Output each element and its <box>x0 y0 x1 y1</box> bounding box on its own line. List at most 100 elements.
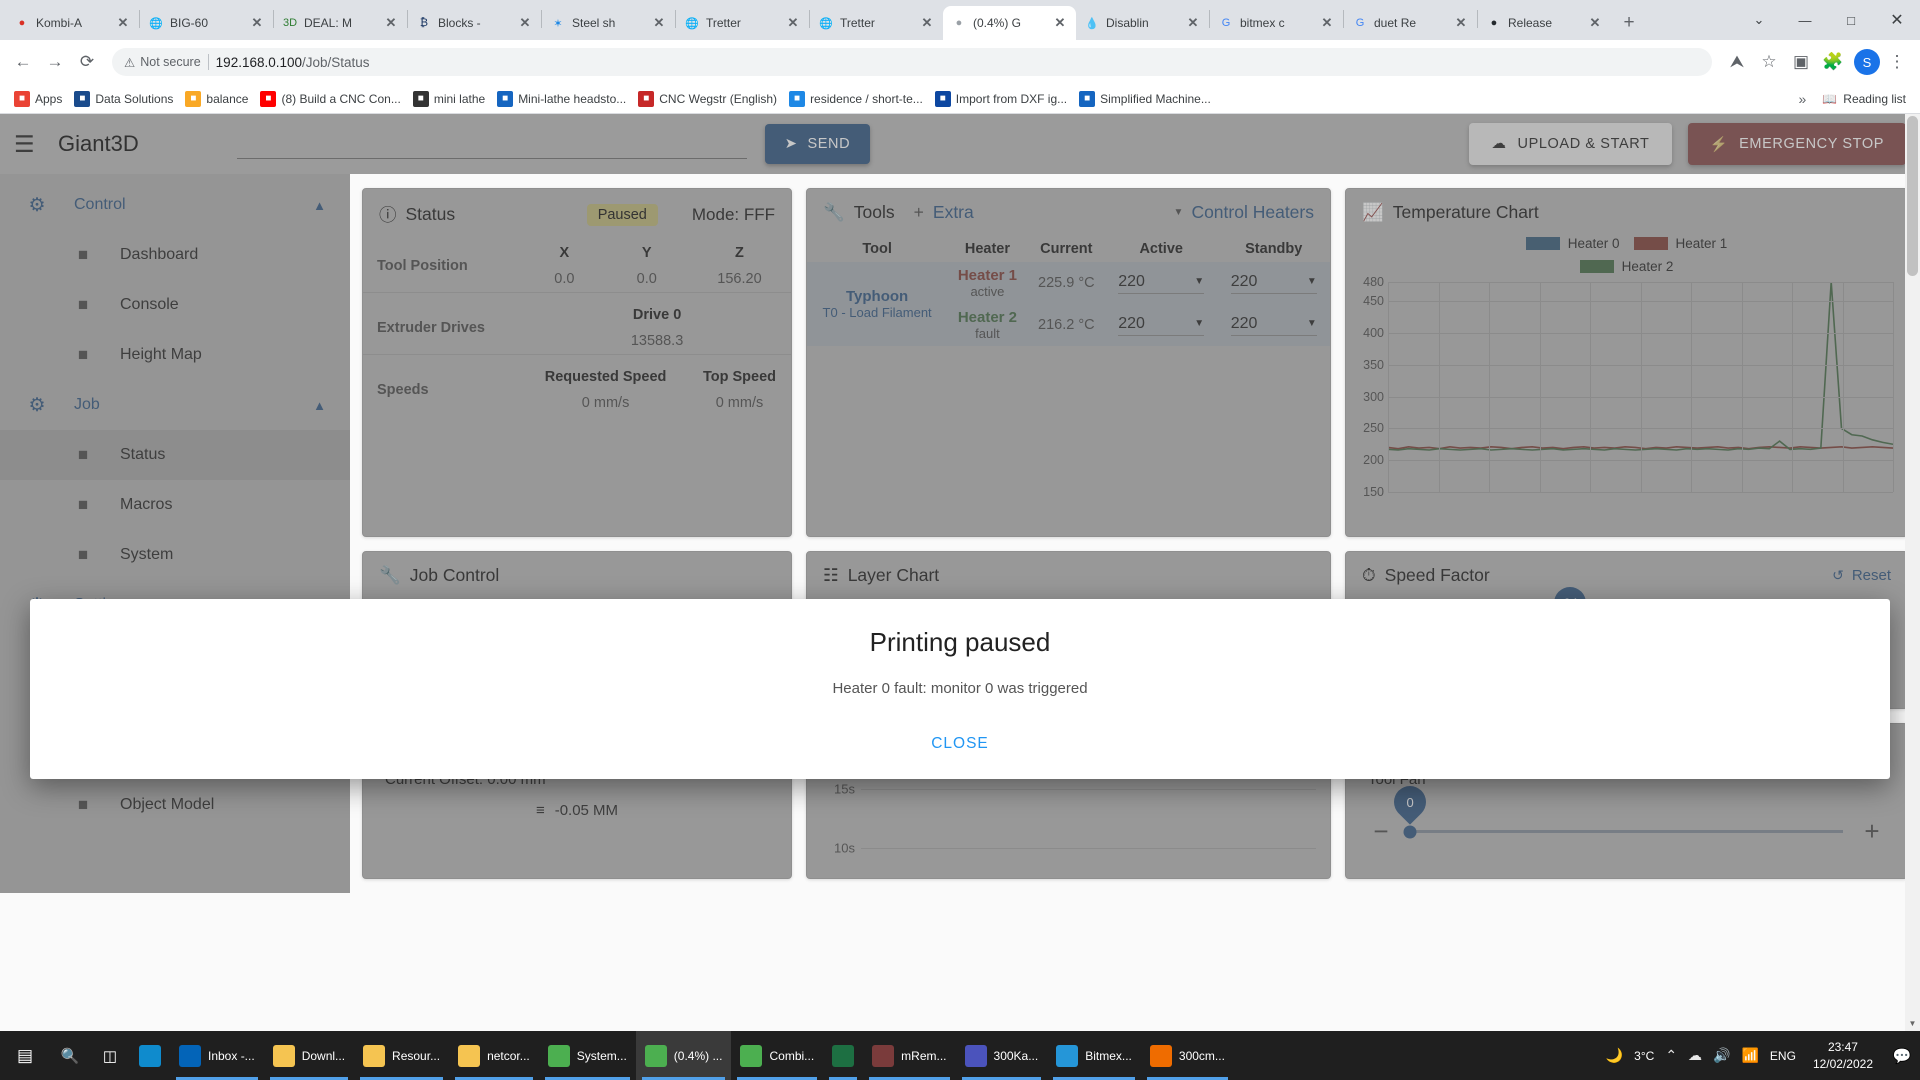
maximize-button[interactable]: □ <box>1828 4 1874 36</box>
load-filament-link-0[interactable]: Load Filament <box>849 305 931 320</box>
browser-tab-1[interactable]: 🌐 BIG-60 ✕ <box>140 6 273 40</box>
sidebar-item-system[interactable]: ■ System <box>0 530 350 580</box>
bookmark-4[interactable]: ■ mini lathe <box>407 88 491 110</box>
bookmarks-overflow-button[interactable]: » <box>1791 91 1815 107</box>
reload-icon[interactable]: ⟳ <box>72 47 102 77</box>
add-extra-link[interactable]: Extra <box>933 202 974 223</box>
taskbar-item-8[interactable] <box>823 1031 863 1080</box>
close-icon[interactable]: ✕ <box>383 15 399 31</box>
close-icon[interactable]: ✕ <box>1453 15 1469 31</box>
close-icon[interactable]: ✕ <box>1587 15 1603 31</box>
close-icon[interactable]: ✕ <box>785 15 801 31</box>
browser-tab-9[interactable]: Gbitmex c ✕ <box>1210 6 1343 40</box>
close-icon[interactable]: ✕ <box>651 15 667 31</box>
search-button[interactable]: 🔍 <box>50 1031 90 1080</box>
taskbar-item-2[interactable]: Downl... <box>264 1031 354 1080</box>
sidebar-group-job[interactable]: ⚙ Job ▲ <box>0 380 350 430</box>
share-icon[interactable]: ⮝ <box>1722 47 1752 77</box>
heater-name-0[interactable]: Heater 1 <box>951 267 1023 284</box>
tool-sub-0[interactable]: T0 - Load Filament <box>811 305 943 320</box>
tab-search-button[interactable]: ⌄ <box>1736 4 1782 36</box>
clock[interactable]: 23:47 12/02/2022 <box>1807 1039 1879 1071</box>
fan-decrease-button[interactable]: − <box>1368 816 1394 847</box>
language-indicator[interactable]: ENG <box>1770 1049 1796 1063</box>
bookmark-5[interactable]: ■ Mini-lathe headsto... <box>491 88 632 110</box>
sidebar-item-console[interactable]: ■ Console <box>0 280 350 330</box>
tool-name-0[interactable]: Typhoon <box>811 288 943 305</box>
page-scrollbar[interactable]: ▲ ▼ <box>1905 114 1920 1031</box>
start-button[interactable]: ▤ <box>0 1031 50 1080</box>
new-tab-button[interactable]: + <box>1615 9 1643 37</box>
close-window-button[interactable]: ✕ <box>1874 4 1920 36</box>
qr-icon[interactable]: ▣ <box>1786 47 1816 77</box>
close-icon[interactable]: ✕ <box>919 15 935 31</box>
legend-item-heater0[interactable]: Heater 0 <box>1525 236 1620 251</box>
taskbar-item-3[interactable]: Resour... <box>354 1031 449 1080</box>
scroll-down-icon[interactable]: ▼ <box>1905 1016 1920 1031</box>
standby-temp-select-1[interactable]: 220 ▼ <box>1230 315 1317 336</box>
table-row[interactable]: Typhoon T0 - Load Filament Heater 1 acti… <box>807 262 1330 320</box>
upload-and-start-button[interactable]: ☁ UPLOAD & START <box>1469 123 1672 165</box>
bookmark-1[interactable]: ■ Data Solutions <box>68 88 179 110</box>
bookmark-8[interactable]: ■ Import from DXF ig... <box>929 88 1073 110</box>
sidebar-item-object-model[interactable]: ■ Object Model <box>0 780 350 830</box>
sidebar-item-height-map[interactable]: ■ Height Map <box>0 330 350 380</box>
kebab-menu-icon[interactable]: ⋮ <box>1882 47 1912 77</box>
browser-tab-0[interactable]: ● Kombi-A ✕ <box>6 6 139 40</box>
speaker-icon[interactable]: 🔊 <box>1713 1047 1730 1064</box>
browser-tab-6[interactable]: 🌐 Tretter ✕ <box>810 6 943 40</box>
back-icon[interactable]: ← <box>8 47 38 77</box>
close-icon[interactable]: ✕ <box>1185 15 1201 31</box>
fan-thumb[interactable] <box>1403 825 1417 838</box>
bookmark-3[interactable]: ■ (8) Build a CNC Con... <box>254 88 406 110</box>
browser-tab-3[interactable]: ₿ Blocks - ✕ <box>408 6 541 40</box>
sidebar-item-dashboard[interactable]: ■ Dashboard <box>0 230 350 280</box>
emergency-stop-button[interactable]: ⚡ EMERGENCY STOP <box>1687 123 1906 165</box>
sidebar-item-status[interactable]: ■ Status <box>0 430 350 480</box>
send-button[interactable]: ➤ SEND <box>764 124 871 164</box>
taskbar-item-10[interactable]: 300Ka... <box>956 1031 1048 1080</box>
taskbar-item-7[interactable]: Combi... <box>731 1031 823 1080</box>
legend-item-heater2[interactable]: Heater 2 <box>1362 259 1891 274</box>
heater-name-1[interactable]: Heater 2 <box>951 309 1023 326</box>
taskbar-item-6[interactable]: (0.4%) ... <box>635 1031 732 1080</box>
browser-tab-2[interactable]: 3D DEAL: M ✕ <box>274 6 407 40</box>
bookmark-star-icon[interactable]: ☆ <box>1754 47 1784 77</box>
bookmark-6[interactable]: ■ CNC Wegstr (English) <box>632 88 783 110</box>
reset-icon[interactable]: ↺ <box>1832 567 1844 584</box>
taskbar-item-12[interactable]: 300cm... <box>1141 1031 1234 1080</box>
sidebar-group-control[interactable]: ⚙ Control ▲ <box>0 180 350 230</box>
browser-tab-8[interactable]: 💧 Disablin ✕ <box>1076 6 1209 40</box>
scrollbar-thumb[interactable] <box>1907 116 1918 276</box>
browser-tab-5[interactable]: 🌐 Tretter ✕ <box>676 6 809 40</box>
speed-factor-reset[interactable]: Reset <box>1852 567 1891 584</box>
gcode-input[interactable] <box>236 129 747 159</box>
close-icon[interactable]: ✕ <box>1052 15 1068 31</box>
browser-tab-7[interactable]: ● (0.4%) G ✕ <box>943 6 1076 40</box>
active-temp-select-0[interactable]: 220 ▼ <box>1118 273 1205 294</box>
extensions-puzzle-icon[interactable]: 🧩 <box>1818 47 1848 77</box>
legend-item-heater1[interactable]: Heater 1 <box>1633 236 1727 251</box>
taskbar-item-5[interactable]: System... <box>539 1031 636 1080</box>
close-icon[interactable]: ✕ <box>115 15 131 31</box>
fan-slider[interactable]: 0 <box>1387 779 1843 838</box>
minimize-button[interactable]: — <box>1782 4 1828 36</box>
reading-list-button[interactable]: 📖 Reading list <box>1816 89 1912 109</box>
taskbar-item-11[interactable]: Bitmex... <box>1047 1031 1141 1080</box>
avatar[interactable]: S <box>1854 49 1880 75</box>
control-heaters-link[interactable]: Control Heaters <box>1191 202 1314 223</box>
fan-increase-button[interactable]: + <box>1859 816 1885 847</box>
browser-tab-11[interactable]: ● Release ✕ <box>1478 6 1611 40</box>
wifi-icon[interactable]: 📶 <box>1741 1047 1758 1064</box>
caret-down-icon[interactable]: ▼ <box>1174 207 1184 218</box>
browser-tab-4[interactable]: ✶ Steel sh ✕ <box>542 6 675 40</box>
babystep-decrease-button[interactable]: ≡ -0.05 MM <box>363 802 791 837</box>
browser-tab-10[interactable]: Gduet Re ✕ <box>1344 6 1477 40</box>
temperature-chart-plot[interactable]: 480 450 400 350 300 250 200 150 <box>1350 275 1897 499</box>
sidebar-item-macros[interactable]: ■ Macros <box>0 480 350 530</box>
cloud-icon[interactable]: ☁ <box>1688 1047 1702 1064</box>
bookmark-0[interactable]: ■ Apps <box>8 88 68 110</box>
close-icon[interactable]: ✕ <box>517 15 533 31</box>
notification-icon[interactable]: 💬 <box>1890 1047 1914 1065</box>
active-temp-select-1[interactable]: 220 ▼ <box>1118 315 1205 336</box>
